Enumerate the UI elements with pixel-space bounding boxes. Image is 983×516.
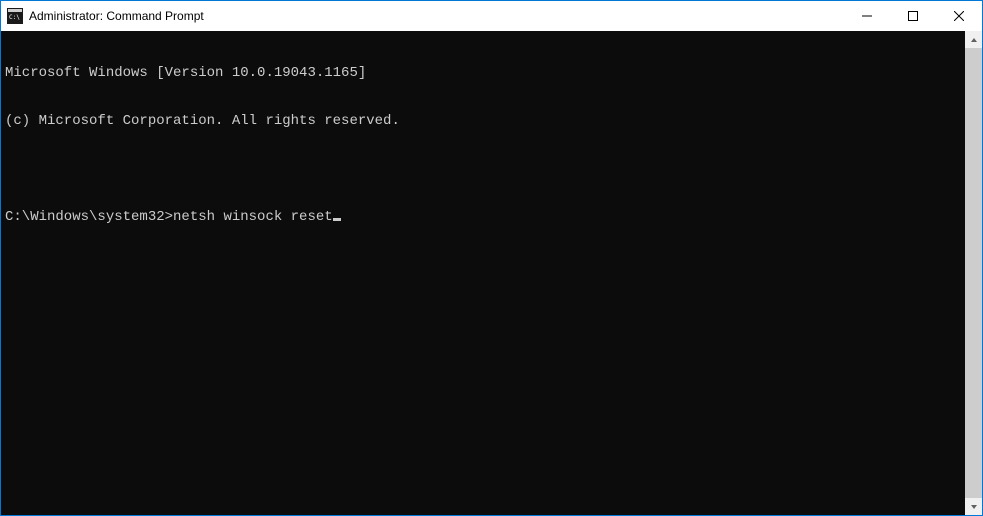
client-area: Microsoft Windows [Version 10.0.19043.11… bbox=[1, 31, 982, 515]
window-title: Administrator: Command Prompt bbox=[29, 9, 204, 23]
minimize-button[interactable] bbox=[844, 1, 890, 31]
terminal-output[interactable]: Microsoft Windows [Version 10.0.19043.11… bbox=[1, 31, 965, 515]
text-cursor bbox=[333, 218, 341, 221]
maximize-button[interactable] bbox=[890, 1, 936, 31]
scroll-up-button[interactable] bbox=[965, 31, 982, 48]
cmd-icon: C:\ bbox=[7, 8, 23, 24]
close-button[interactable] bbox=[936, 1, 982, 31]
command-input[interactable]: netsh winsock reset bbox=[173, 209, 333, 225]
terminal-prompt-line: C:\Windows\system32>netsh winsock reset bbox=[5, 209, 961, 225]
terminal-header-line: Microsoft Windows [Version 10.0.19043.11… bbox=[5, 65, 961, 81]
scrollbar-track[interactable] bbox=[965, 48, 982, 498]
svg-text:C:\: C:\ bbox=[9, 14, 20, 21]
terminal-blank-line bbox=[5, 161, 961, 177]
titlebar[interactable]: C:\ Administrator: Command Prompt bbox=[1, 1, 982, 31]
terminal-copyright-line: (c) Microsoft Corporation. All rights re… bbox=[5, 113, 961, 129]
scrollbar-thumb[interactable] bbox=[965, 48, 982, 498]
prompt-path: C:\Windows\system32> bbox=[5, 209, 173, 225]
vertical-scrollbar[interactable] bbox=[965, 31, 982, 515]
window-controls bbox=[844, 1, 982, 31]
scroll-down-button[interactable] bbox=[965, 498, 982, 515]
command-prompt-window: C:\ Administrator: Command Prompt Micros… bbox=[0, 0, 983, 516]
